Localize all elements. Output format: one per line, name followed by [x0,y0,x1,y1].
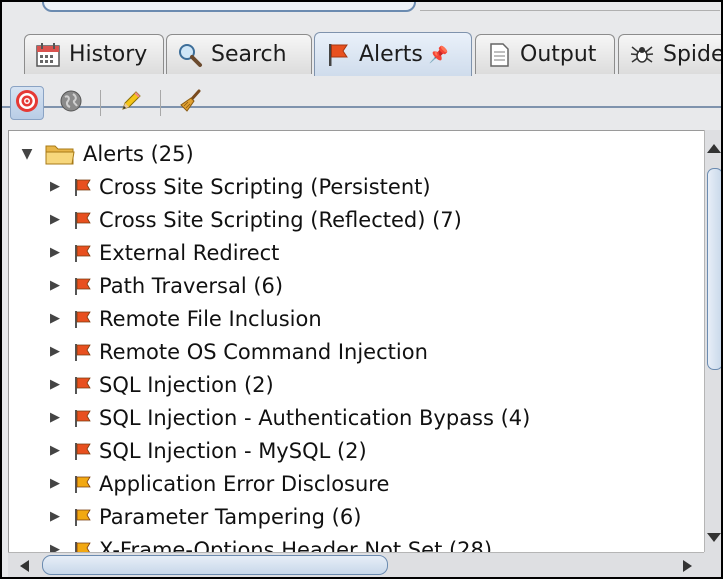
tab-alerts[interactable]: Alerts 📌 [314,32,472,76]
high-risk-flag-icon [73,177,93,197]
alerts-window: History Search Alerts 📌 Output Spide ▼ A… [0,0,723,579]
tree-item-label: Application Error Disclosure [99,471,390,496]
tree-item-label: Remote File Inclusion [99,306,322,331]
tree-item-label: Remote OS Command Injection [99,339,428,364]
tree-item[interactable]: ▶ X-Frame-Options Header Not Set (28) [47,533,492,553]
tree-item-label: Cross Site Scripting (Persistent) [99,174,431,199]
tab-history[interactable]: History [24,34,164,74]
tree-item[interactable]: ▶ Path Traversal (6) [47,269,283,302]
magnifier-icon [177,42,203,68]
expand-triangle-icon[interactable]: ▶ [47,443,63,458]
tree-item-label: External Redirect [99,240,280,265]
expand-triangle-icon[interactable]: ▶ [47,311,63,326]
clear-button[interactable] [174,86,208,120]
document-icon [486,42,512,68]
expand-triangle-icon[interactable]: ▶ [47,476,63,491]
medium-risk-flag-icon [73,507,93,527]
scroll-down-arrow-icon[interactable] [707,533,721,542]
high-risk-flag-icon [73,408,93,428]
calendar-icon [35,42,61,68]
tab-label: Output [520,42,597,67]
high-risk-flag-icon [73,210,93,230]
tab-label: Search [211,42,287,67]
tree-item-label: Path Traversal (6) [99,273,284,298]
expand-triangle-icon[interactable]: ▶ [47,377,63,392]
tree-item-label: Parameter Tampering (6) [99,504,362,529]
expand-triangle-icon[interactable]: ▶ [47,344,63,359]
tab-bar: History Search Alerts 📌 Output Spide [2,32,723,108]
high-risk-flag-icon [73,375,93,395]
vertical-scrollbar[interactable] [704,130,721,552]
tree-item[interactable]: ▶ SQL Injection (2) [47,368,274,401]
expand-triangle-icon[interactable]: ▶ [47,179,63,194]
pencil-icon [119,89,143,117]
target-icon [15,89,39,117]
tree-item-label: SQL Injection (2) [99,372,274,397]
tree-root-label: Alerts (25) [83,141,194,166]
tree-item[interactable]: ▶ SQL Injection - MySQL (2) [47,434,367,467]
toolbar-separator [160,90,161,116]
tab-output[interactable]: Output [475,34,615,74]
scroll-up-arrow-icon[interactable] [707,144,721,153]
globe-icon [59,89,83,117]
expand-triangle-icon[interactable]: ▶ [47,212,63,227]
tree-item-label: SQL Injection - MySQL (2) [99,438,367,463]
tree-item[interactable]: ▶ Parameter Tampering (6) [47,500,361,533]
tab-label: History [69,42,148,67]
tab-search[interactable]: Search [166,34,312,74]
pin-icon[interactable]: 📌 [429,45,449,64]
tree-item-label: SQL Injection - Authentication Bypass (4… [99,405,531,430]
tree-item[interactable]: ▶ External Redirect [47,236,279,269]
tree-item[interactable]: ▶ Remote File Inclusion [47,302,322,335]
collapse-triangle-icon[interactable]: ▼ [19,146,35,162]
target-button[interactable] [10,86,44,120]
alerts-toolbar [2,80,721,126]
high-risk-flag-icon [73,276,93,296]
tab-label: Spide [663,42,723,67]
top-divider [420,10,720,11]
tree-item[interactable]: ▶ Cross Site Scripting (Persistent) [47,170,431,203]
tree-item-label: Cross Site Scripting (Reflected) (7) [99,207,462,232]
tree-item[interactable]: ▶ Remote OS Command Injection [47,335,428,368]
expand-triangle-icon[interactable]: ▶ [47,245,63,260]
expand-triangle-icon[interactable]: ▶ [47,410,63,425]
top-input-field[interactable] [42,2,416,12]
high-risk-flag-icon [73,309,93,329]
tree-root-alerts[interactable]: ▼ Alerts (25) [19,137,194,170]
expand-triangle-icon[interactable]: ▶ [47,278,63,293]
tab-label: Alerts [359,42,423,67]
scroll-left-arrow-icon[interactable] [20,560,29,572]
broom-icon [179,89,203,117]
horizontal-scrollbar[interactable] [8,552,704,577]
vertical-scroll-thumb[interactable] [707,168,721,370]
medium-risk-flag-icon [73,474,93,494]
tree-item[interactable]: ▶ Cross Site Scripting (Reflected) (7) [47,203,462,236]
high-risk-flag-icon [73,243,93,263]
scrollbar-corner [704,552,721,577]
flag-icon [325,42,351,68]
scroll-right-arrow-icon[interactable] [683,560,692,572]
horizontal-scroll-thumb[interactable] [42,555,388,575]
globe-button[interactable] [54,86,88,120]
alerts-tree[interactable]: ▼ Alerts (25) ▶ Cross Site Scripting (Per… [8,130,706,554]
high-risk-flag-icon [73,441,93,461]
tree-item[interactable]: ▶ SQL Injection - Authentication Bypass (… [47,401,530,434]
spider-icon [629,42,655,68]
folder-icon [45,142,75,166]
toolbar-separator [100,90,101,116]
tab-spider[interactable]: Spide [618,34,723,74]
expand-triangle-icon[interactable]: ▶ [47,509,63,524]
high-risk-flag-icon [73,342,93,362]
tree-item[interactable]: ▶ Application Error Disclosure [47,467,389,500]
edit-button[interactable] [114,86,148,120]
